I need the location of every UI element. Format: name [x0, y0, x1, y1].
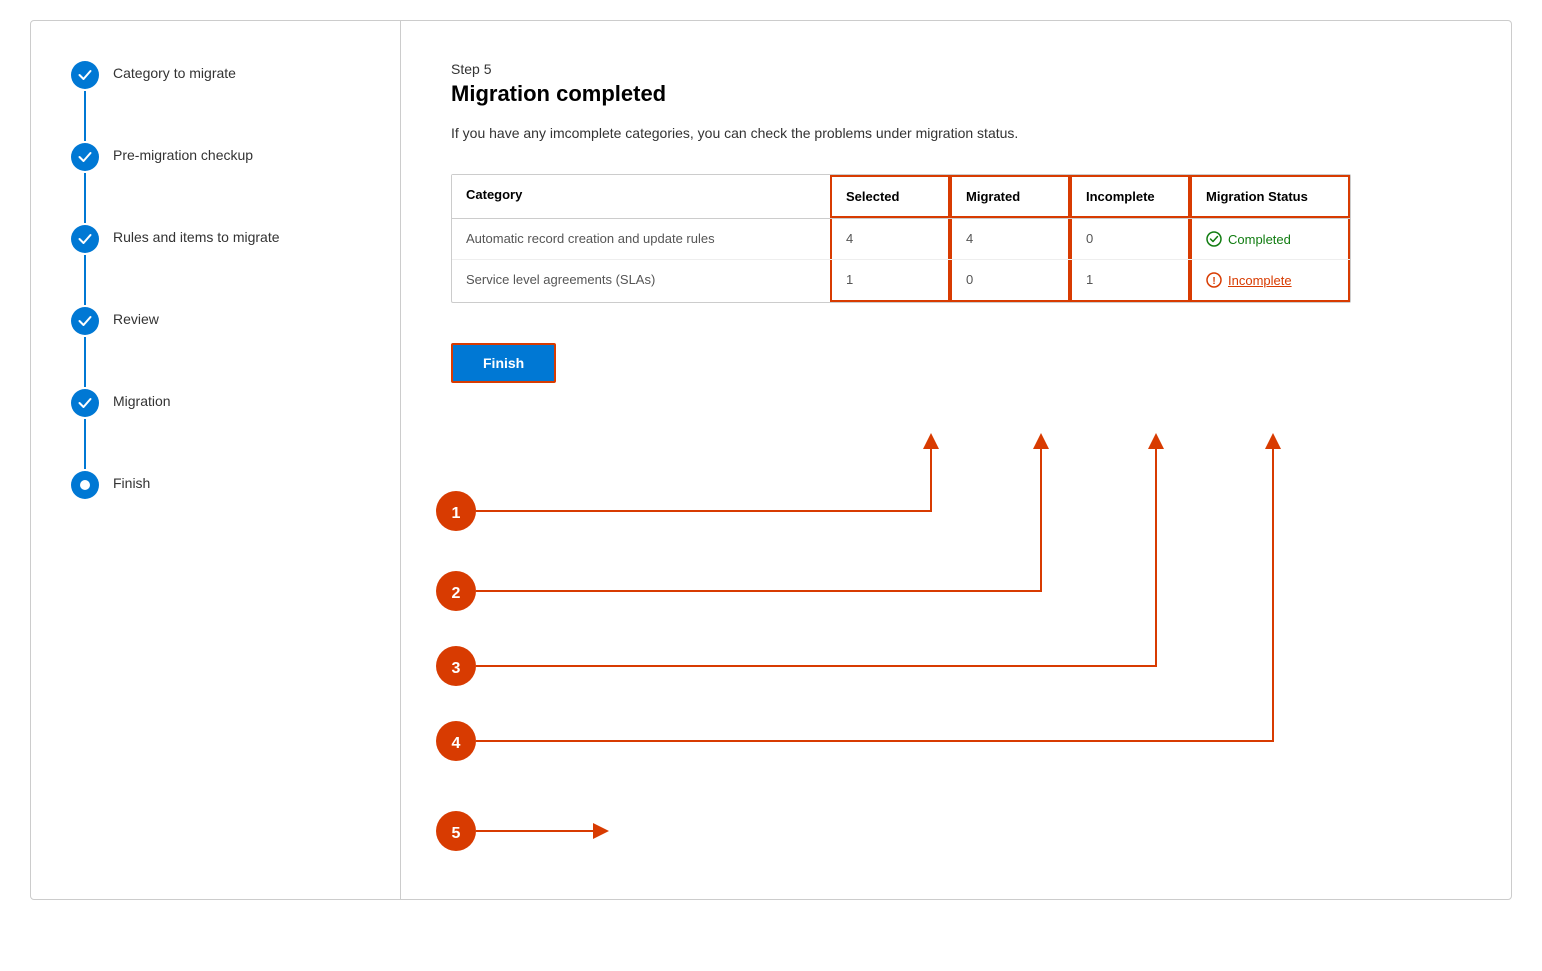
status-completed-label: Completed: [1228, 232, 1291, 247]
step-label-2: Pre-migration checkup: [113, 143, 253, 163]
arrow-4: [476, 441, 1273, 741]
table-row: Automatic record creation and update rul…: [452, 219, 1350, 260]
td-status-2: ! Incomplete: [1190, 260, 1350, 302]
arrow-3: [476, 441, 1156, 666]
step-connector-5: [71, 389, 99, 471]
step-label-6: Finish: [113, 471, 150, 491]
annotation-circle-1: [436, 491, 476, 531]
main-content: Step 5 Migration completed If you have a…: [401, 21, 1511, 899]
step-label-5: Migration: [113, 389, 171, 409]
step-label-4: Review: [113, 307, 159, 327]
step-title: Migration completed: [451, 81, 1461, 107]
table-header: Category Selected Migrated Incomplete Mi…: [452, 175, 1350, 219]
step-circle-3: [71, 225, 99, 253]
step-label-1: Category to migrate: [113, 61, 236, 81]
status-completed-icon: Completed: [1206, 231, 1334, 247]
td-migrated-1: 4: [950, 219, 1070, 259]
th-incomplete: Incomplete: [1070, 175, 1190, 218]
annotation-label-3: 3: [452, 660, 461, 677]
td-category-2: Service level agreements (SLAs): [452, 260, 830, 302]
td-incomplete-1: 0: [1070, 219, 1190, 259]
status-incomplete-link[interactable]: ! Incomplete: [1206, 272, 1334, 288]
step-item-2: Pre-migration checkup: [71, 143, 380, 225]
table-row: Service level agreements (SLAs) 1 0 1 ! …: [452, 260, 1350, 302]
step-connector-3: [71, 225, 99, 307]
step-line-3: [84, 255, 86, 305]
annotation-circle-4: [436, 721, 476, 761]
step-circle-6: [71, 471, 99, 499]
step-circle-4: [71, 307, 99, 335]
annotation-overlay: 1 2 3 4 5: [401, 21, 1511, 899]
th-category: Category: [452, 175, 830, 218]
step-line-2: [84, 173, 86, 223]
annotation-label-5: 5: [452, 825, 461, 842]
step-item-5: Migration: [71, 389, 380, 471]
step-circle-2: [71, 143, 99, 171]
sidebar: Category to migrate Pre-migration checku…: [31, 21, 401, 899]
step-line-1: [84, 91, 86, 141]
step-circle-5: [71, 389, 99, 417]
step-description: If you have any imcomplete categories, y…: [451, 123, 1131, 144]
page-container: Category to migrate Pre-migration checku…: [30, 20, 1512, 900]
annotation-circle-2: [436, 571, 476, 611]
arrow-1: [476, 441, 931, 511]
td-status-1: Completed: [1190, 219, 1350, 259]
th-migration-status: Migration Status: [1190, 175, 1350, 218]
td-selected-1: 4: [830, 219, 950, 259]
td-incomplete-2: 1: [1070, 260, 1190, 302]
step-connector-4: [71, 307, 99, 389]
step-item-6: Finish: [71, 471, 380, 499]
th-migrated: Migrated: [950, 175, 1070, 218]
step-line-5: [84, 419, 86, 469]
step-item-1: Category to migrate: [71, 61, 380, 143]
step-label-3: Rules and items to migrate: [113, 225, 280, 245]
step-item-3: Rules and items to migrate: [71, 225, 380, 307]
annotation-label-2: 2: [452, 585, 461, 602]
finish-button[interactable]: Finish: [451, 343, 556, 383]
annotation-circle-3: [436, 646, 476, 686]
arrow-2: [476, 441, 1041, 591]
annotation-circle-5: [436, 811, 476, 851]
td-selected-2: 1: [830, 260, 950, 302]
step-connector-6: [71, 471, 99, 499]
step-item-4: Review: [71, 307, 380, 389]
th-selected: Selected: [830, 175, 950, 218]
td-migrated-2: 0: [950, 260, 1070, 302]
status-incomplete-label: Incomplete: [1228, 273, 1292, 288]
step-circle-1: [71, 61, 99, 89]
td-category-1: Automatic record creation and update rul…: [452, 219, 830, 259]
step-connector-1: [71, 61, 99, 143]
annotation-label-4: 4: [452, 735, 461, 752]
step-connector-2: [71, 143, 99, 225]
step-line-4: [84, 337, 86, 387]
svg-text:!: !: [1212, 276, 1215, 287]
step-number: Step 5: [451, 61, 1461, 77]
annotation-label-1: 1: [452, 505, 461, 522]
migration-table: Category Selected Migrated Incomplete Mi…: [451, 174, 1351, 303]
